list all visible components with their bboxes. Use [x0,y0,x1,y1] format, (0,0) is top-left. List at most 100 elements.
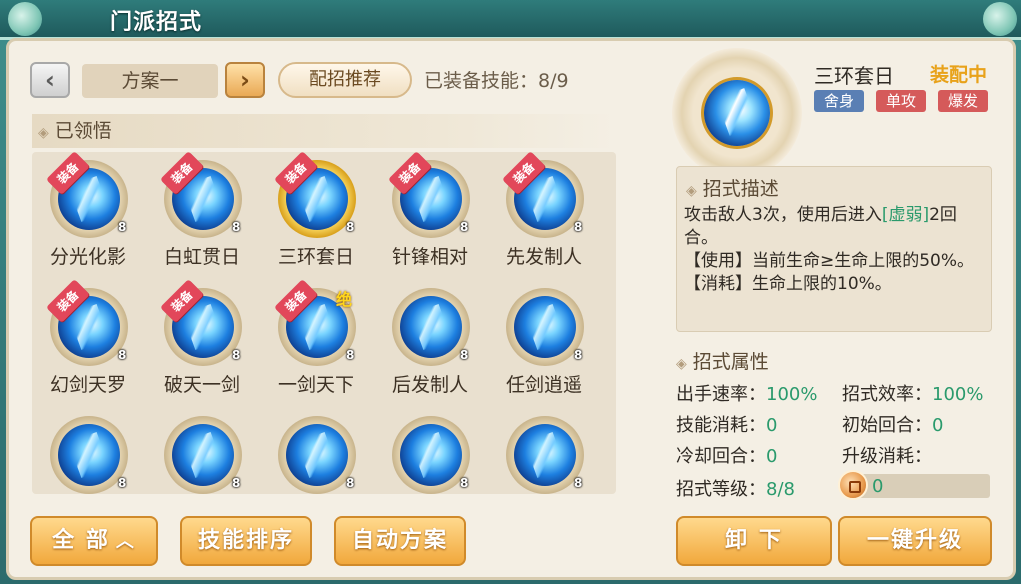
skill-level: 8 [460,348,469,362]
skill-name: 一剑天下 [277,374,354,396]
chevron-up-icon: ︿ [115,531,136,552]
diamond-icon: ◈ [676,356,687,372]
attr-value: 100% [932,384,984,405]
skill-level: 8 [118,220,127,234]
attr-speed: 出手速率：100% [676,380,817,406]
description-line: 【消耗】生命上限的10%。 [684,274,892,294]
attr-value: 0 [766,415,778,436]
section-learned: ◈ 已领悟 [32,114,616,148]
attr-level: 招式等级：8/8 [676,475,795,501]
coin-icon [838,470,868,500]
skill-level: 8 [574,220,583,234]
chevron-left-icon: ‹ [45,66,55,94]
diamond-icon: ◈ [38,125,49,141]
skill-level: 8 [232,476,241,490]
attr-value: 8/8 [766,479,795,500]
skill-name: 后发制人 [391,374,468,396]
skill-item[interactable]: 8 任剑逍遥 [488,280,600,408]
skill-level: 8 [346,220,355,234]
attr-label: 技能消耗： [676,415,766,436]
skill-level: 8 [460,220,469,234]
auto-plan-button[interactable]: 自动方案 [334,516,466,566]
attributes-heading: ◈ 招式属性 [676,347,769,374]
status-keyword: [虚弱] [881,205,930,225]
skill-level: 8 [346,476,355,490]
skill-name: 任剑逍遥 [505,374,582,396]
skill-name: 针锋相对 [391,246,468,268]
description-line: 【使用】当前生命≥生命上限的50%。 [684,251,975,271]
diamond-icon: ◈ [686,183,697,199]
skill-item[interactable]: 8 装备 幻剑天罗 [32,279,144,408]
attr-efficiency: 招式效率：100% [842,380,983,406]
attributes-heading-label: 招式属性 [692,351,769,373]
skill-name: 先发制人 [505,246,582,268]
skill-item[interactable]: 8 后发制人 [374,280,486,408]
section-learned-label: 已领悟 [54,120,112,142]
skill-item[interactable]: 8 [146,408,258,494]
attr-label: 升级消耗： [842,446,932,467]
skill-level: 8 [232,220,241,234]
skill-name: 幻剑天罗 [49,374,126,396]
skill-item[interactable]: 8 [260,408,372,494]
chevron-right-icon: › [240,66,250,94]
skill-name: 三环套日 [277,246,354,268]
skill-level: 8 [346,348,355,362]
attr-label: 招式等级： [676,479,766,500]
tag-chip: 单攻 [876,90,926,112]
skill-name: 白虹贯日 [163,246,240,268]
plan-selector[interactable]: 方案一 [82,64,218,98]
attr-label: 冷却回合： [676,446,766,467]
window-title: 门派招式 [110,10,203,35]
attr-cooldown: 冷却回合：0 [676,442,777,468]
attr-upgrade-cost: 升级消耗： [842,442,932,468]
recommend-button[interactable]: 配招推荐 [278,62,412,98]
next-plan-button[interactable]: › [225,62,265,98]
skill-item[interactable]: 8 装备 破天一剑 [146,279,258,408]
description-text-part: 攻击敌人3次，使用后进入 [684,205,882,225]
skill-name: 破天一剑 [163,374,240,396]
skill-name: 分光化影 [49,246,126,268]
skill-level: 8 [118,348,127,362]
description-text: 攻击敌人3次，使用后进入[虚弱]2回合。 【使用】当前生命≥生命上限的50%。 … [684,204,988,296]
skill-item[interactable]: 8 装备 针锋相对 [374,152,486,280]
skill-item[interactable]: 8 装备绝一剑天下 [260,279,372,408]
upgrade-all-button[interactable]: 一键升级 [838,516,992,566]
skill-item[interactable]: 8 装备 白虹贯日 [146,152,258,280]
skill-item[interactable]: 8 装备 三环套日 [260,152,372,280]
skill-item[interactable]: 8 装备 先发制人 [488,152,600,280]
equipped-count: 已装备技能：8/9 [424,70,569,92]
skill-level: 8 [574,348,583,362]
skill-sort-button[interactable]: 技能排序 [180,516,312,566]
skill-grid: 8 装备 分光化影 8 装备 白虹贯日 8 装备 三环套日 8 装备 针锋相对 8 装备 先发制人 8 装备 幻剑… [32,152,616,494]
tag-chip: 舍身 [814,90,864,112]
title-ornament-right [983,2,1017,36]
attr-label: 初始回合： [842,415,932,436]
unequip-button[interactable]: 卸 下 [676,516,832,566]
skill-item[interactable]: 8 [374,408,486,494]
skill-item[interactable]: 8 装备 分光化影 [32,152,144,280]
prev-plan-button[interactable]: ‹ [30,62,70,98]
selected-skill-name: 三环套日 [814,64,894,88]
description-line: 攻击敌人3次，使用后进入[虚弱]2回合。 [684,204,988,250]
attr-initial: 初始回合：0 [842,411,943,437]
description-heading: ◈ 招式描述 [686,174,779,201]
equipped-status: 装配中 [930,64,988,86]
attr-value: 0 [766,446,778,467]
skill-level: 8 [232,348,241,362]
ultimate-badge: 绝 [336,290,353,309]
title-bar: 门派招式 [0,0,1021,40]
skill-level: 8 [118,476,127,490]
title-ornament-left [8,2,42,36]
attr-value: 0 [932,415,944,436]
all-filter-label: 全 部 [52,528,110,553]
attr-value: 100% [766,384,818,405]
attr-cost: 技能消耗：0 [676,411,777,437]
description-heading-label: 招式描述 [702,178,779,200]
tag-chip: 爆发 [938,90,988,112]
upgrade-progress-value: 0 [872,476,884,497]
skill-level: 8 [574,476,583,490]
skill-item[interactable]: 8 [32,408,144,494]
skill-item[interactable]: 8 [488,408,600,494]
all-filter-button[interactable]: 全 部 ︿ [30,516,158,566]
attr-label: 招式效率： [842,384,932,405]
